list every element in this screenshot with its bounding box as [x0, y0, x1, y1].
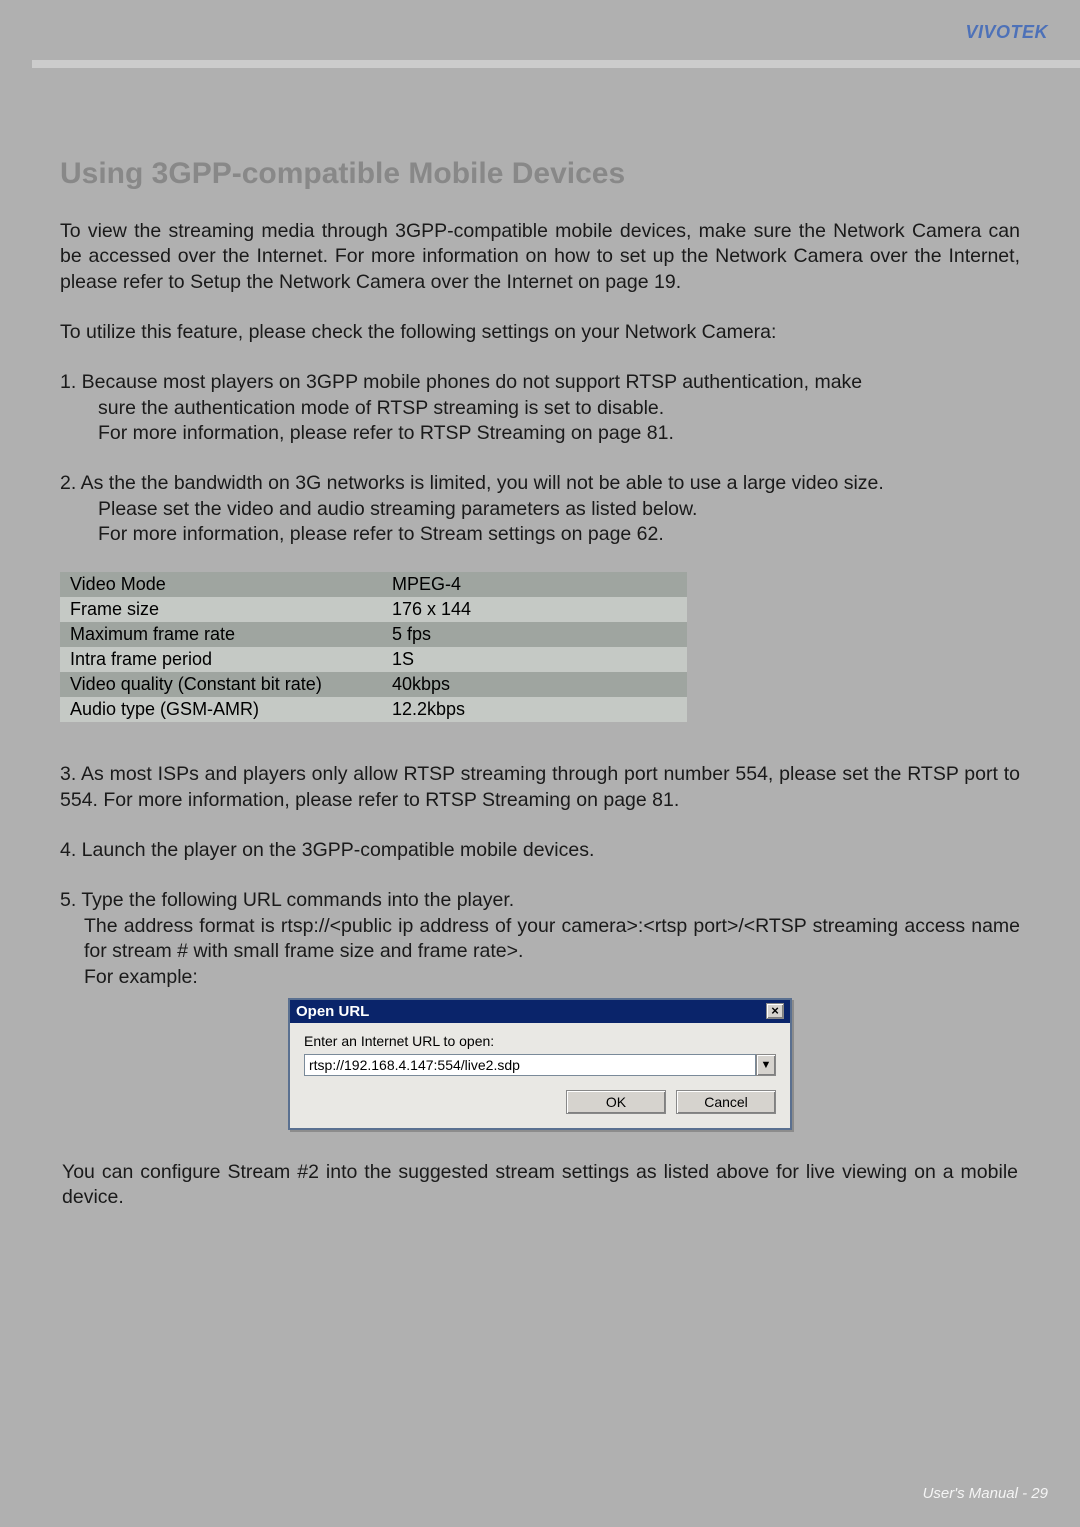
url-label: Enter an Internet URL to open:: [304, 1033, 776, 1049]
chevron-down-icon[interactable]: ▼: [756, 1054, 776, 1076]
page-title: Using 3GPP-compatible Mobile Devices: [60, 157, 1020, 191]
table-row: Maximum frame rate 5 fps: [60, 622, 687, 647]
dialog-titlebar: Open URL ×: [290, 1000, 790, 1023]
step-5: 5. Type the following URL commands into …: [60, 888, 1020, 989]
setting-label: Video Mode: [60, 572, 382, 597]
dialog-title: Open URL: [296, 1003, 369, 1020]
setting-label: Frame size: [60, 597, 382, 622]
table-row: Intra frame period 1S: [60, 647, 687, 672]
step-5-line-1: 5. Type the following URL commands into …: [60, 888, 1020, 913]
setting-label: Intra frame period: [60, 647, 382, 672]
setting-label: Audio type (GSM-AMR): [60, 697, 382, 722]
header-strip: [32, 60, 1080, 68]
table-row: Video Mode MPEG-4: [60, 572, 687, 597]
setting-value: 12.2kbps: [382, 697, 687, 722]
page-header: VIVOTEK: [0, 0, 1080, 62]
dialog-buttons: OK Cancel: [304, 1090, 776, 1114]
step-1-line-1: 1. Because most players on 3GPP mobile p…: [60, 370, 1020, 395]
setting-value: 40kbps: [382, 672, 687, 697]
step-3: 3. As most ISPs and players only allow R…: [60, 762, 1020, 813]
ok-button[interactable]: OK: [566, 1090, 666, 1114]
dialog-wrapper: Open URL × Enter an Internet URL to open…: [60, 998, 1020, 1130]
setting-value: 1S: [382, 647, 687, 672]
setting-label: Video quality (Constant bit rate): [60, 672, 382, 697]
cancel-button[interactable]: Cancel: [676, 1090, 776, 1114]
step-2-line-3: For more information, please refer to St…: [98, 522, 1020, 547]
step-5-line-3: For example:: [84, 965, 1020, 990]
url-row: ▼: [304, 1054, 776, 1076]
step-1: 1. Because most players on 3GPP mobile p…: [60, 370, 1020, 446]
open-url-dialog: Open URL × Enter an Internet URL to open…: [288, 998, 792, 1130]
setting-value: 5 fps: [382, 622, 687, 647]
settings-table: Video Mode MPEG-4 Frame size 176 x 144 M…: [60, 572, 687, 722]
content-area: Using 3GPP-compatible Mobile Devices To …: [0, 62, 1080, 1211]
brand-label: VIVOTEK: [965, 22, 1048, 43]
setting-value: 176 x 144: [382, 597, 687, 622]
footnote-text: You can configure Stream #2 into the sug…: [60, 1160, 1020, 1211]
table-row: Audio type (GSM-AMR) 12.2kbps: [60, 697, 687, 722]
intro-paragraph-2: To utilize this feature, please check th…: [60, 320, 1020, 345]
intro-paragraph-1: To view the streaming media through 3GPP…: [60, 219, 1020, 295]
page-footer: User's Manual - 29: [923, 1485, 1048, 1502]
close-icon[interactable]: ×: [766, 1003, 784, 1019]
setting-label: Maximum frame rate: [60, 622, 382, 647]
step-1-line-3: For more information, please refer to RT…: [98, 421, 1020, 446]
url-input[interactable]: [304, 1054, 756, 1076]
step-2-line-2: Please set the video and audio streaming…: [98, 497, 1020, 522]
setting-value: MPEG-4: [382, 572, 687, 597]
step-2-line-1: 2. As the the bandwidth on 3G networks i…: [60, 471, 1020, 496]
table-row: Video quality (Constant bit rate) 40kbps: [60, 672, 687, 697]
step-1-line-2: sure the authentication mode of RTSP str…: [98, 396, 1020, 421]
dialog-body: Enter an Internet URL to open: ▼ OK Canc…: [290, 1023, 790, 1128]
step-2: 2. As the the bandwidth on 3G networks i…: [60, 471, 1020, 547]
page: VIVOTEK Using 3GPP-compatible Mobile Dev…: [0, 0, 1080, 1527]
step-4: 4. Launch the player on the 3GPP-compati…: [60, 838, 1020, 863]
step-5-line-2: The address format is rtsp://<public ip …: [84, 914, 1020, 965]
table-row: Frame size 176 x 144: [60, 597, 687, 622]
